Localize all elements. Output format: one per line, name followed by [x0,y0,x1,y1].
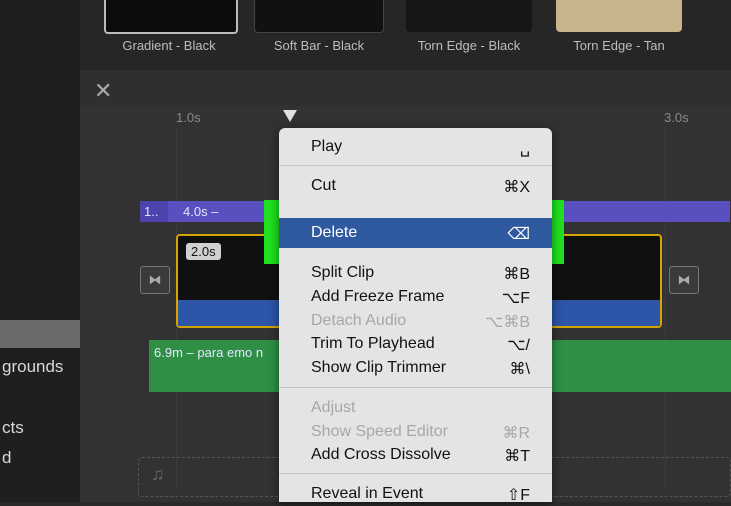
time-tick-3s: 3.0s [664,110,689,125]
menu-item-label: Reveal in Event [311,485,424,502]
sidebar-item-objects[interactable]: cts [2,418,24,438]
menu-item-shortcut: ⌥F [501,290,530,307]
menu-item-label: Trim To Playhead [311,335,435,352]
menu-item-add-cross-dissolve[interactable]: Add Cross Dissolve ⌘T [279,444,552,467]
timeline-header [80,70,731,106]
transition-icon[interactable]: ⧓ [140,266,170,294]
menu-item-label: Split Clip [311,264,375,281]
menu-item-show-clip-trimmer[interactable]: Show Clip Trimmer ⌘\ [279,357,552,380]
menu-item-label: Add Freeze Frame [311,288,445,305]
menu-item-detach-audio: Detach Audio ⌥⌘B [279,310,552,333]
title-clip-label: 4.0s – [183,204,219,219]
audio-clip-label: 6.9m – para emo n [154,345,264,360]
menu-item-cut[interactable]: Cut ⌘X [279,175,552,198]
menu-item-adjust: Adjust [279,397,552,420]
menu-item-shortcut: ⇧F [506,487,530,504]
music-note-icon: ♫ [151,464,165,484]
menu-item-split-clip[interactable]: Split Clip ⌘B [279,262,552,285]
title-caption-soft-bar-black: Soft Bar - Black [273,38,365,53]
delete-key-icon: ⌫ [507,226,530,243]
menu-item-shortcut: ⌥/ [507,337,530,354]
title-clip-short-label: 1.. [144,204,159,219]
menu-item-add-freeze-frame[interactable]: Add Freeze Frame ⌥F [279,286,552,309]
menu-item-label: Detach Audio [311,312,407,329]
menu-item-shortcut: ⌘B [503,266,530,283]
menu-item-shortcut: ⌘\ [509,361,530,378]
clip-duration-badge: 2.0s [186,243,221,260]
sidebar-selected-item[interactable] [0,320,80,348]
menu-item-trim-to-playhead[interactable]: Trim To Playhead ⌥/ [279,333,552,356]
menu-item-label: Cut [311,177,336,194]
menu-item-label: Add Cross Dissolve [311,446,451,463]
menu-item-label: Show Clip Trimmer [311,359,447,376]
title-caption-gradient-black: Gradient - Black [122,38,216,53]
context-menu: Play ␣ Cut ⌘X Split Clip ⌘B Add Freeze F… [279,128,552,504]
title-browser: Gradient - Black Soft Bar - Black Torn E… [80,0,731,70]
menu-item-shortcut: ⌘X [503,179,530,196]
menu-item-label: Play [311,138,343,155]
menu-separator [279,473,552,474]
title-thumb-torn-edge-tan[interactable] [556,0,682,32]
sidebar-item-sound[interactable]: d [2,448,11,468]
gridline [665,128,666,488]
menu-item-shortcut: ⌘R [502,425,530,442]
title-caption-torn-edge-black: Torn Edge - Black [417,38,521,53]
menu-item-label: Show Speed Editor [311,423,448,440]
menu-item-shortcut: ⌥⌘B [484,314,530,331]
close-icon[interactable]: ✕ [94,78,112,104]
title-caption-torn-edge-tan: Torn Edge - Tan [573,38,665,53]
menu-separator [279,387,552,388]
menu-item-play[interactable]: Play ␣ [279,136,552,159]
menu-item-reveal-in-event[interactable]: Reveal in Event ⇧F [279,483,552,506]
time-tick-1s: 1.0s [176,110,201,125]
transition-icon[interactable]: ⧓ [669,266,699,294]
menu-item-label: Adjust [311,399,356,416]
title-thumb-soft-bar-black[interactable] [254,0,384,33]
menu-item-delete[interactable]: Delete ⌫ [279,218,552,248]
sidebar-item-backgrounds[interactable]: grounds [2,357,63,377]
menu-item-shortcut: ␣ [519,140,530,157]
menu-item-show-speed-editor: Show Speed Editor ⌘R [279,421,552,444]
title-thumb-torn-edge-black[interactable] [406,0,532,32]
menu-item-shortcut: ⌘T [504,448,530,465]
menu-separator [279,165,552,166]
title-thumb-gradient-black[interactable] [104,0,238,34]
playhead-icon[interactable] [283,110,297,122]
menu-item-label: Delete [311,224,358,241]
